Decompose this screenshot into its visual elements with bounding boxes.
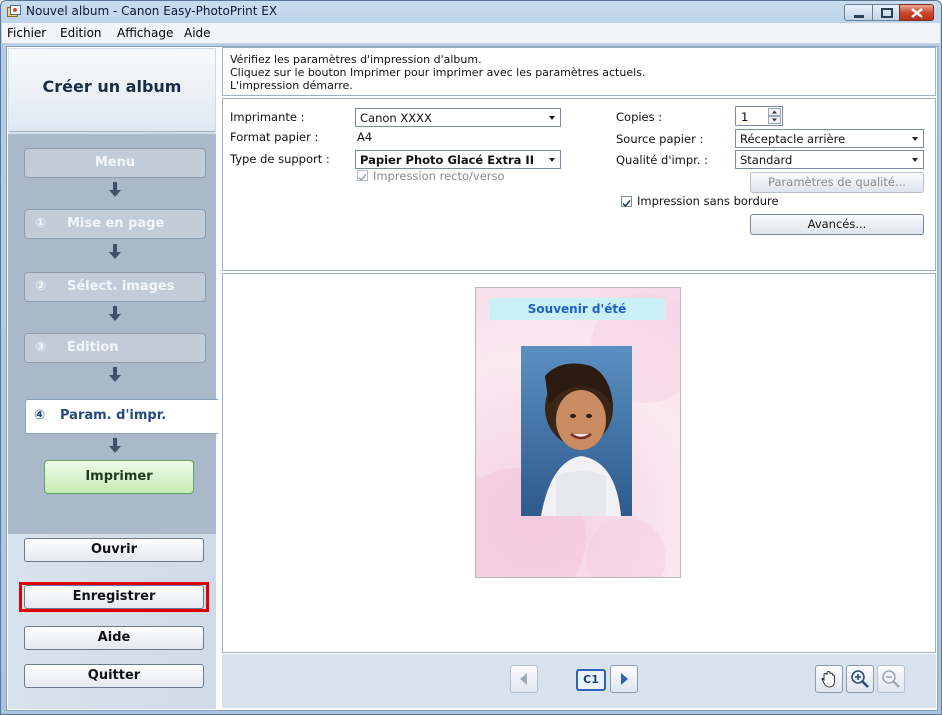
- sidebar: Créer un album Menu ① Mise en page ② Sél…: [8, 48, 218, 709]
- printer-value: Canon XXXX: [360, 111, 432, 125]
- step-print-settings-tab[interactable]: ④ Param. d'impr.: [25, 399, 218, 434]
- paper-source-label: Source papier :: [616, 132, 704, 146]
- paper-size-value: A4: [357, 130, 373, 144]
- title-bar[interactable]: Nouvel album - Canon Easy-PhotoPrint EX: [1, 1, 941, 23]
- zoom-out-button[interactable]: [877, 665, 905, 693]
- step-layout-number: ①: [35, 216, 47, 231]
- arrow-left-icon: [520, 673, 527, 685]
- instruction-line-2: Cliquez sur le bouton Imprimer pour impr…: [230, 66, 646, 79]
- media-type-select[interactable]: Papier Photo Glacé Extra II: [355, 150, 561, 169]
- copies-label: Copies :: [616, 110, 663, 124]
- previous-page-button[interactable]: [510, 665, 538, 693]
- step-menu-button[interactable]: Menu: [24, 148, 206, 178]
- close-button[interactable]: [899, 4, 934, 21]
- instructions-panel: Vérifiez les paramètres d'impression d'a…: [222, 47, 936, 96]
- printer-label: Imprimante :: [230, 110, 305, 124]
- print-settings-panel: Imprimante : Canon XXXX Format papier : …: [222, 98, 936, 271]
- album-page-preview[interactable]: Souvenir d'été: [475, 287, 681, 578]
- window-title: Nouvel album - Canon Easy-PhotoPrint EX: [26, 4, 278, 18]
- arrow-down-icon: [109, 306, 121, 321]
- chevron-down-icon: [549, 116, 555, 120]
- zoom-in-icon: [851, 670, 869, 688]
- arrow-right-icon: [621, 673, 628, 685]
- close-icon: [911, 8, 923, 18]
- media-type-value: Papier Photo Glacé Extra II: [360, 153, 534, 167]
- chevron-down-icon: [549, 158, 555, 162]
- preview-navigation-bar: C1: [222, 654, 936, 708]
- chevron-down-icon: [912, 137, 918, 141]
- checkmark-icon: [622, 199, 631, 208]
- arrow-down-icon: [109, 367, 121, 382]
- instruction-line-1: Vérifiez les paramètres d'impression d'a…: [230, 53, 482, 66]
- paper-size-label: Format papier :: [230, 130, 319, 144]
- maximize-button[interactable]: [872, 4, 900, 21]
- step-edit-button[interactable]: ③ Edition: [24, 333, 206, 363]
- step-layout-button[interactable]: ① Mise en page: [24, 209, 206, 239]
- duplex-checkbox[interactable]: [357, 170, 368, 182]
- album-photo: [521, 346, 632, 516]
- menu-fichier[interactable]: Fichier: [7, 26, 46, 40]
- copies-value: 1: [741, 110, 749, 124]
- minimize-button[interactable]: [844, 4, 873, 21]
- menu-aide[interactable]: Aide: [184, 26, 211, 40]
- quality-settings-button[interactable]: Paramètres de qualité...: [750, 172, 924, 193]
- step-select-images-number: ②: [35, 279, 47, 294]
- minimize-icon: [854, 15, 864, 18]
- hand-icon: [821, 670, 835, 688]
- media-type-label: Type de support :: [230, 152, 330, 166]
- main-content: Créer un album Menu ① Mise en page ② Sél…: [6, 46, 938, 711]
- menu-bar: Fichier Edition Affichage Aide: [2, 23, 940, 44]
- checkmark-icon: [358, 174, 367, 182]
- menu-affichage[interactable]: Affichage: [117, 26, 173, 40]
- arrow-down-icon: [109, 438, 121, 453]
- quit-button[interactable]: Quitter: [24, 664, 204, 688]
- step-print-settings-label: Param. d'impr.: [60, 408, 167, 423]
- zoom-out-icon: [882, 670, 900, 688]
- step-select-images-label: Sélect. images: [67, 279, 175, 294]
- borderless-label: Impression sans bordure: [637, 194, 779, 208]
- print-button[interactable]: Imprimer: [44, 460, 194, 494]
- zoom-in-button[interactable]: [846, 665, 874, 693]
- arrow-down-icon: [109, 182, 121, 197]
- preview-area: Souvenir d'été: [222, 273, 936, 653]
- quality-select[interactable]: Standard: [735, 150, 924, 169]
- next-page-button[interactable]: [610, 665, 638, 693]
- step-menu-label: Menu: [94, 155, 136, 170]
- save-button-highlight: [19, 582, 209, 612]
- open-button[interactable]: Ouvrir: [24, 538, 204, 562]
- step-layout-label: Mise en page: [67, 216, 165, 231]
- menu-edition[interactable]: Edition: [60, 26, 102, 40]
- instruction-line-3: L'impression démarre.: [230, 79, 353, 92]
- step-print-settings-number: ④: [34, 408, 46, 423]
- duplex-label: Impression recto/verso: [373, 169, 505, 183]
- arrow-down-icon: [109, 244, 121, 259]
- maximize-icon: [881, 8, 893, 18]
- app-icon: [7, 5, 21, 17]
- quality-label: Qualité d'impr. :: [616, 153, 709, 167]
- quality-value: Standard: [740, 153, 793, 167]
- hand-tool-button[interactable]: [815, 665, 843, 693]
- page-indicator: C1: [576, 669, 606, 691]
- paper-source-value: Réceptacle arrière: [740, 132, 846, 146]
- spin-arrows-icon: [768, 108, 781, 124]
- album-page-title: Souvenir d'été: [489, 298, 665, 320]
- help-button[interactable]: Aide: [24, 626, 204, 650]
- chevron-down-icon: [912, 158, 918, 162]
- borderless-checkbox[interactable]: [621, 196, 632, 208]
- step-select-images-button[interactable]: ② Sélect. images: [24, 272, 206, 302]
- advanced-button[interactable]: Avancés...: [750, 214, 924, 235]
- printer-select[interactable]: Canon XXXX: [355, 108, 561, 127]
- application-window: Nouvel album - Canon Easy-PhotoPrint EX …: [0, 0, 942, 715]
- copies-stepper[interactable]: 1: [735, 106, 783, 126]
- sidebar-header: Créer un album: [9, 49, 215, 132]
- step-edit-label: Edition: [67, 340, 119, 355]
- step-edit-number: ③: [35, 340, 47, 355]
- sidebar-title: Créer un album: [42, 77, 182, 96]
- paper-source-select[interactable]: Réceptacle arrière: [735, 129, 924, 148]
- girl-photo-image: [521, 346, 632, 516]
